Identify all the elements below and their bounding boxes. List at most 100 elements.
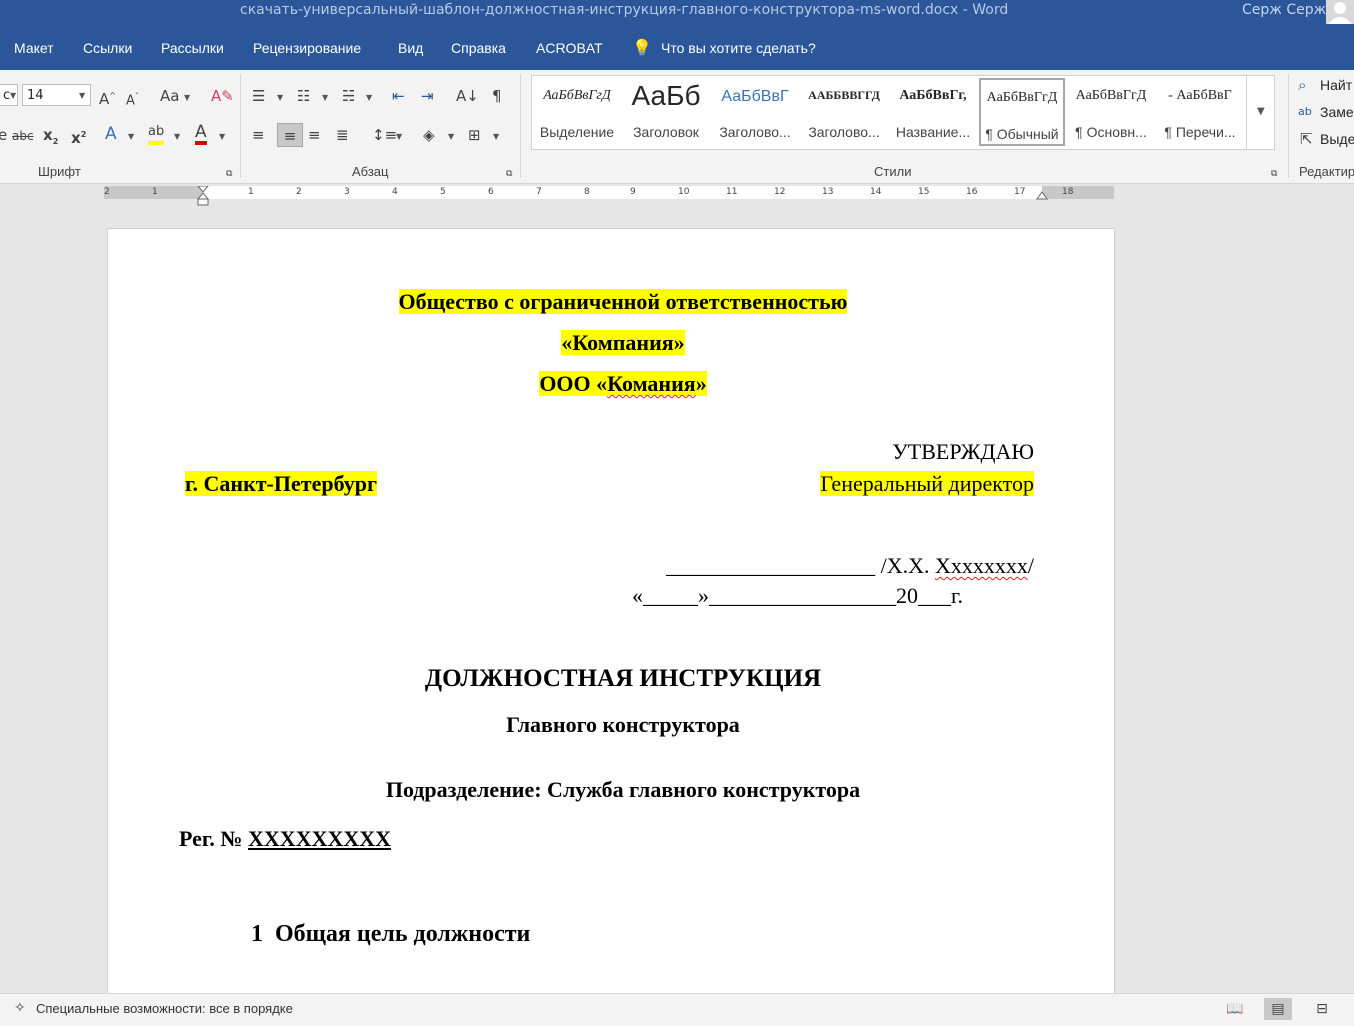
style-sample: АаБб: [631, 80, 701, 111]
style-sample: - АаБбВвГ: [1168, 88, 1232, 103]
tab-help[interactable]: Справка: [451, 40, 506, 56]
select-button[interactable]: Выде: [1320, 131, 1354, 147]
line-spacing-icon[interactable]: ↕≡: [372, 126, 397, 144]
shrink-font-icon[interactable]: Aˇ: [126, 88, 139, 110]
ruler-label: 14: [870, 187, 882, 197]
tab-layout[interactable]: Макет: [14, 40, 54, 56]
sort-icon[interactable]: A↓: [456, 87, 479, 105]
tab-view[interactable]: Вид: [398, 40, 423, 56]
font-color-icon[interactable]: A: [195, 123, 207, 145]
numbering-icon[interactable]: ☷: [297, 87, 310, 105]
signature-name[interactable]: Ххххххxx: [935, 553, 1028, 578]
shading-icon[interactable]: ◈: [423, 126, 435, 144]
section-number: 1: [251, 921, 263, 947]
borders-icon[interactable]: ⊞: [468, 126, 481, 144]
position-label: Генеральный директор: [820, 471, 1034, 497]
styles-more-button[interactable]: ▼: [1246, 76, 1275, 149]
font-size-dropdown-icon[interactable]: ▼: [79, 91, 85, 100]
align-left-icon[interactable]: ≡: [252, 126, 265, 144]
document-subtitle: Главного конструктора: [506, 712, 740, 737]
ruler-label: 2: [104, 187, 110, 197]
align-center-icon[interactable]: ≡: [277, 123, 303, 147]
change-case-dropdown-icon[interactable]: ▼: [184, 93, 190, 102]
style-sample: ААББВВГГД: [808, 88, 880, 102]
position-text: Генеральный директор: [820, 471, 1034, 496]
section-title: Общая цель должности: [275, 921, 531, 947]
clear-formatting-icon[interactable]: A✎: [211, 87, 234, 105]
approve-label: УТВЕРЖДАЮ: [892, 439, 1034, 464]
justify-icon[interactable]: ≣: [336, 126, 349, 144]
font-name-dropdown-icon[interactable]: ▼: [10, 91, 16, 100]
styles-dialog-launcher-icon[interactable]: ⧉: [1271, 165, 1277, 183]
style-heading-2[interactable]: ААББВВГГД Заголово...: [801, 78, 887, 146]
document-page[interactable]: Общество с ограниченной ответственностью…: [108, 229, 1114, 999]
multilevel-dropdown-icon[interactable]: ▼: [366, 93, 372, 102]
line-spacing-dropdown-icon[interactable]: ▼: [396, 132, 402, 141]
tab-acrobat[interactable]: ACROBAT: [536, 40, 603, 56]
align-right-icon[interactable]: ≡: [308, 126, 321, 144]
horizontal-ruler[interactable]: 2 1 1 2 3 4 5 6 7 8 9 10 11 12 13 14 15 …: [104, 186, 1114, 206]
user-name[interactable]: Серж Серж: [1242, 2, 1326, 18]
text-effects-icon[interactable]: A: [105, 125, 117, 143]
right-indent-marker-icon[interactable]: [1036, 190, 1048, 200]
tell-me-search[interactable]: Что вы хотите сделать?: [661, 40, 816, 56]
bullets-dropdown-icon[interactable]: ▼: [277, 93, 283, 102]
org-name-line: Общество с ограниченной ответственностью: [108, 289, 1138, 315]
style-heading-1[interactable]: АаБбВвГ Заголово...: [712, 78, 798, 146]
decrease-indent-icon[interactable]: ⇤: [392, 87, 405, 105]
replace-button[interactable]: Заме: [1320, 104, 1354, 120]
ruler-label: 16: [966, 187, 978, 197]
misspelled-word[interactable]: Комания: [607, 371, 696, 396]
ruler-label: 11: [726, 187, 738, 197]
tab-mailings[interactable]: Рассылки: [161, 40, 224, 56]
signature-line: ___________________ /Х.Х. Ххххххxx/: [666, 553, 1034, 579]
styles-gallery: АаБбВвГгД Выделение АаБб Заголовок АаБбВ…: [531, 75, 1275, 150]
ruler-label: 8: [584, 187, 590, 197]
borders-dropdown-icon[interactable]: ▼: [493, 132, 499, 141]
increase-indent-icon[interactable]: ⇥: [421, 87, 434, 105]
read-mode-icon[interactable]: 📖: [1221, 998, 1249, 1020]
numbering-dropdown-icon[interactable]: ▼: [322, 93, 328, 102]
avatar[interactable]: [1326, 0, 1354, 24]
style-normal[interactable]: АаБбВвГгД ¶ Обычный: [979, 78, 1065, 146]
accessibility-status[interactable]: Специальные возможности: все в порядке: [36, 1001, 293, 1016]
strikethrough-partial-icon[interactable]: e: [0, 126, 7, 144]
tab-review[interactable]: Рецензирование: [253, 40, 361, 56]
reg-number-line: Рег. № XXXXXXXXX: [179, 826, 391, 852]
tab-references[interactable]: Ссылки: [83, 40, 132, 56]
document-title: ДОЛЖНОСТНАЯ ИНСТРУКЦИЯ: [424, 665, 822, 692]
signature-blank: ___________________ /Х.Х.: [666, 553, 935, 578]
font-color-dropdown-icon[interactable]: ▼: [219, 132, 225, 141]
highlight-dropdown-icon[interactable]: ▼: [174, 132, 180, 141]
text-effects-dropdown-icon[interactable]: ▼: [128, 132, 134, 141]
style-title[interactable]: АаБбВвГг, Название...: [890, 78, 976, 146]
style-sample: АаБбВвГгД: [1075, 88, 1147, 103]
multilevel-list-icon[interactable]: ☵: [342, 87, 355, 105]
style-name: Заголово...: [808, 124, 880, 140]
indent-marker-icon[interactable]: [197, 186, 209, 206]
subscript-icon[interactable]: x2: [43, 126, 58, 151]
ruler-label: 17: [1014, 187, 1026, 197]
ruler-label: 3: [344, 187, 350, 197]
superscript-icon[interactable]: x2: [71, 126, 86, 147]
bullets-icon[interactable]: ☰: [252, 87, 265, 105]
style-heading[interactable]: АаБб Заголовок: [623, 78, 709, 146]
ruler-label: 9: [630, 187, 636, 197]
grow-font-icon[interactable]: A^: [99, 87, 116, 108]
paragraph-dialog-launcher-icon[interactable]: ⧉: [506, 165, 512, 183]
style-name: Заголовок: [633, 124, 699, 140]
web-layout-icon[interactable]: ⊟: [1308, 998, 1336, 1020]
font-dialog-launcher-icon[interactable]: ⧉: [226, 165, 232, 183]
style-list[interactable]: - АаБбВвГ ¶ Перечи...: [1157, 78, 1243, 146]
highlight-icon[interactable]: ab: [148, 123, 165, 145]
style-body-text[interactable]: АаБбВвГгД ¶ Основн...: [1068, 78, 1154, 146]
find-button[interactable]: Найт: [1320, 77, 1352, 93]
style-emphasis[interactable]: АаБбВвГгД Выделение: [534, 78, 620, 146]
print-layout-icon[interactable]: ▤: [1264, 998, 1292, 1020]
style-name: Выделение: [539, 124, 615, 140]
strikethrough-icon[interactable]: abc: [12, 127, 34, 145]
shading-dropdown-icon[interactable]: ▼: [448, 132, 454, 141]
style-name: ¶ Основн...: [1075, 124, 1147, 140]
change-case-icon[interactable]: Aa: [160, 87, 179, 105]
show-marks-icon[interactable]: ¶: [492, 87, 502, 105]
